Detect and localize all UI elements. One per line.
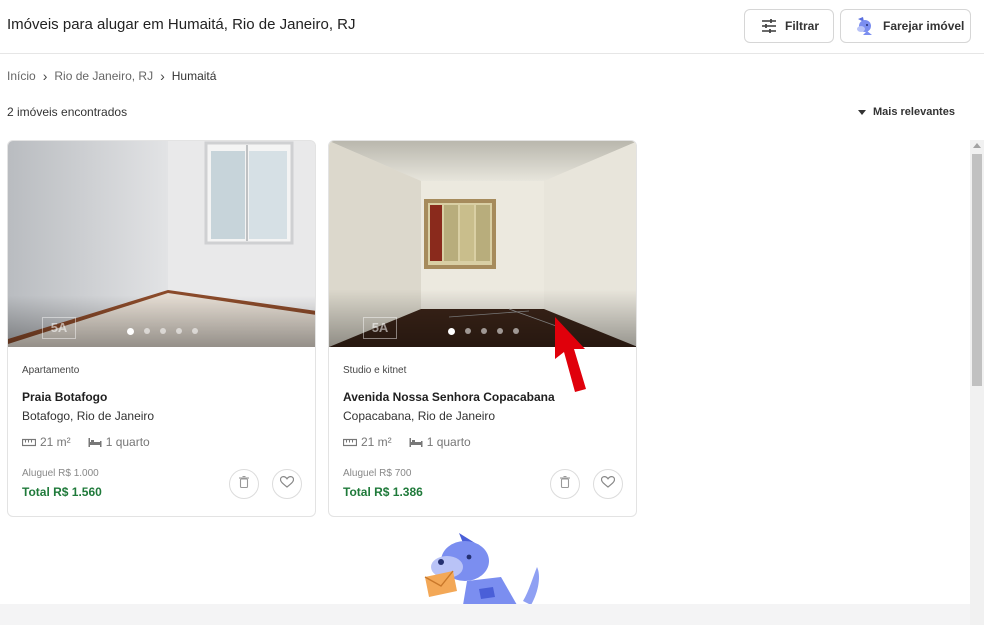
- breadcrumb: Início › Rio de Janeiro, RJ › Humaitá: [7, 69, 216, 83]
- property-features: 21 m² 1 quarto: [343, 435, 488, 449]
- scrollbar-thumb[interactable]: [972, 154, 982, 386]
- dog-mascot-illustration: [419, 531, 545, 610]
- rent-price: Aluguel R$ 1.000: [22, 468, 99, 479]
- property-area: 21 m²: [40, 435, 71, 449]
- property-features: 21 m² 1 quarto: [22, 435, 167, 449]
- photo-pagination: [8, 327, 315, 335]
- property-type: Apartamento: [22, 365, 80, 376]
- photo-dot[interactable]: [176, 328, 182, 334]
- favorite-button[interactable]: [272, 469, 302, 499]
- photo-dot[interactable]: [144, 328, 150, 334]
- listing-card[interactable]: 5A Apartamento Praia Botafogo Botafogo, …: [7, 140, 316, 517]
- trash-icon: [560, 475, 570, 493]
- breadcrumb-home[interactable]: Início: [7, 69, 36, 83]
- filter-label: Filtrar: [785, 19, 820, 33]
- arrow-pointer-icon: [549, 315, 591, 398]
- scroll-up-icon[interactable]: [973, 143, 981, 148]
- discard-button[interactable]: [550, 469, 580, 499]
- property-street: Praia Botafogo: [22, 390, 108, 404]
- ruler-icon: [343, 437, 357, 447]
- heart-icon: [279, 475, 295, 493]
- photo-dot[interactable]: [465, 328, 471, 334]
- sort-dropdown[interactable]: Mais relevantes: [858, 106, 955, 118]
- discard-button[interactable]: [229, 469, 259, 499]
- heart-icon: [600, 475, 616, 493]
- listing-photo[interactable]: 5A: [8, 141, 315, 347]
- favorite-button[interactable]: [593, 469, 623, 499]
- ruler-icon: [22, 437, 36, 447]
- photo-dot[interactable]: [513, 328, 519, 334]
- breadcrumb-separator: ›: [160, 68, 165, 84]
- bed-icon: [409, 437, 423, 447]
- photo-dot-active[interactable]: [127, 327, 134, 335]
- filter-button[interactable]: Filtrar: [744, 9, 834, 43]
- farejar-imovel-button[interactable]: Farejar imóvel: [840, 9, 971, 43]
- breadcrumb-separator: ›: [42, 68, 48, 84]
- bed-icon: [88, 437, 102, 447]
- scrollbar[interactable]: [970, 140, 984, 625]
- photo-dot[interactable]: [481, 328, 487, 334]
- breadcrumb-city[interactable]: Rio de Janeiro, RJ: [54, 69, 153, 83]
- property-type: Studio e kitnet: [343, 365, 407, 376]
- property-neighborhood: Botafogo, Rio de Janeiro: [22, 409, 155, 423]
- total-price: Total R$ 1.560: [22, 485, 102, 499]
- photo-dot[interactable]: [497, 328, 503, 334]
- sort-label: Mais relevantes: [873, 106, 955, 118]
- property-street: Avenida Nossa Senhora Copacabana: [343, 390, 555, 404]
- sliders-icon: [761, 19, 777, 33]
- property-rooms: 1 quarto: [105, 435, 150, 449]
- top-header: Imóveis para alugar em Humaitá, Rio de J…: [0, 0, 984, 54]
- caret-down-icon: [858, 109, 866, 115]
- farejar-label: Farejar imóvel: [883, 19, 965, 33]
- photo-dot[interactable]: [192, 328, 198, 334]
- property-area: 21 m²: [361, 435, 392, 449]
- trash-icon: [239, 475, 249, 493]
- property-neighborhood: Copacabana, Rio de Janeiro: [343, 409, 496, 423]
- page-title: Imóveis para alugar em Humaitá, Rio de J…: [7, 16, 356, 33]
- breadcrumb-neighborhood: Humaitá: [171, 69, 217, 83]
- rent-price: Aluguel R$ 700: [343, 468, 412, 479]
- results-count: 2 imóveis encontrados: [7, 105, 128, 119]
- footer-band: [0, 604, 970, 625]
- total-price: Total R$ 1.386: [343, 485, 423, 499]
- photo-dot[interactable]: [160, 328, 166, 334]
- photo-dot-active[interactable]: [448, 327, 455, 335]
- property-rooms: 1 quarto: [426, 435, 471, 449]
- dog-icon: [855, 16, 875, 36]
